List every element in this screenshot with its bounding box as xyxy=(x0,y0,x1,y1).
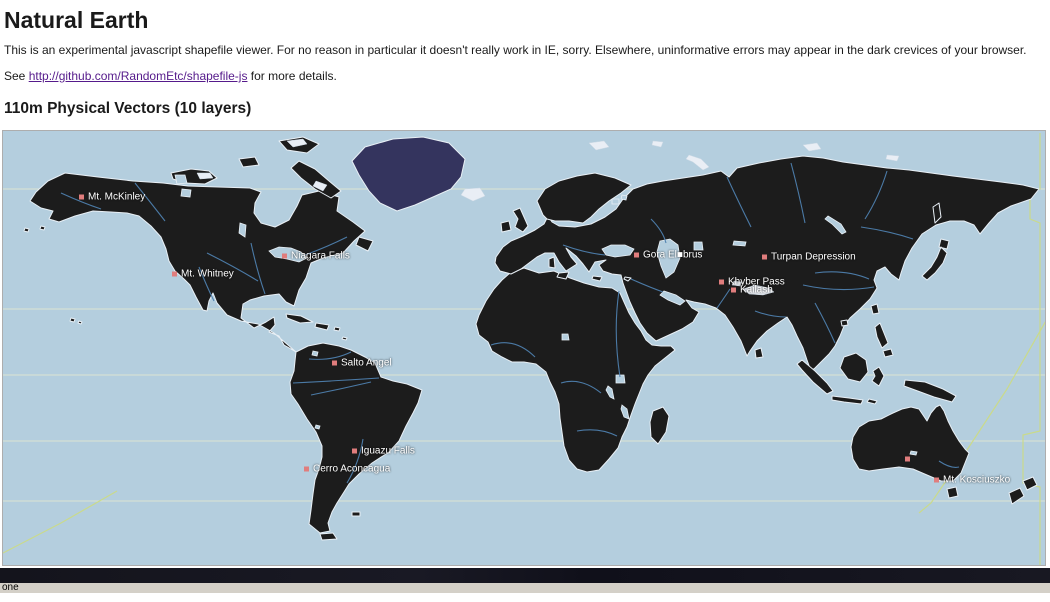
github-link[interactable]: http://github.com/RandomEtc/shapefile-js xyxy=(29,69,248,83)
status-text: one xyxy=(2,582,19,593)
lake-black-sea xyxy=(601,244,635,258)
world-map-svg xyxy=(3,131,1045,565)
page-content: Natural Earth This is an experimental ja… xyxy=(0,0,1050,118)
see-prefix-text: See xyxy=(4,69,29,83)
section-heading: 110m Physical Vectors (10 layers) xyxy=(4,100,252,117)
intro-paragraph: This is an experimental javascript shape… xyxy=(4,43,1027,57)
map-canvas[interactable]: Mt. McKinley Niagara Falls Mt. Whitney Gora… xyxy=(2,130,1046,566)
link-paragraph: See http://github.com/RandomEtc/shapefil… xyxy=(4,69,1046,84)
status-bar: one xyxy=(0,583,1050,593)
second-map-canvas-partial xyxy=(0,568,1050,583)
see-suffix-text: for more details. xyxy=(247,69,337,83)
page-title: Natural Earth xyxy=(4,7,149,33)
